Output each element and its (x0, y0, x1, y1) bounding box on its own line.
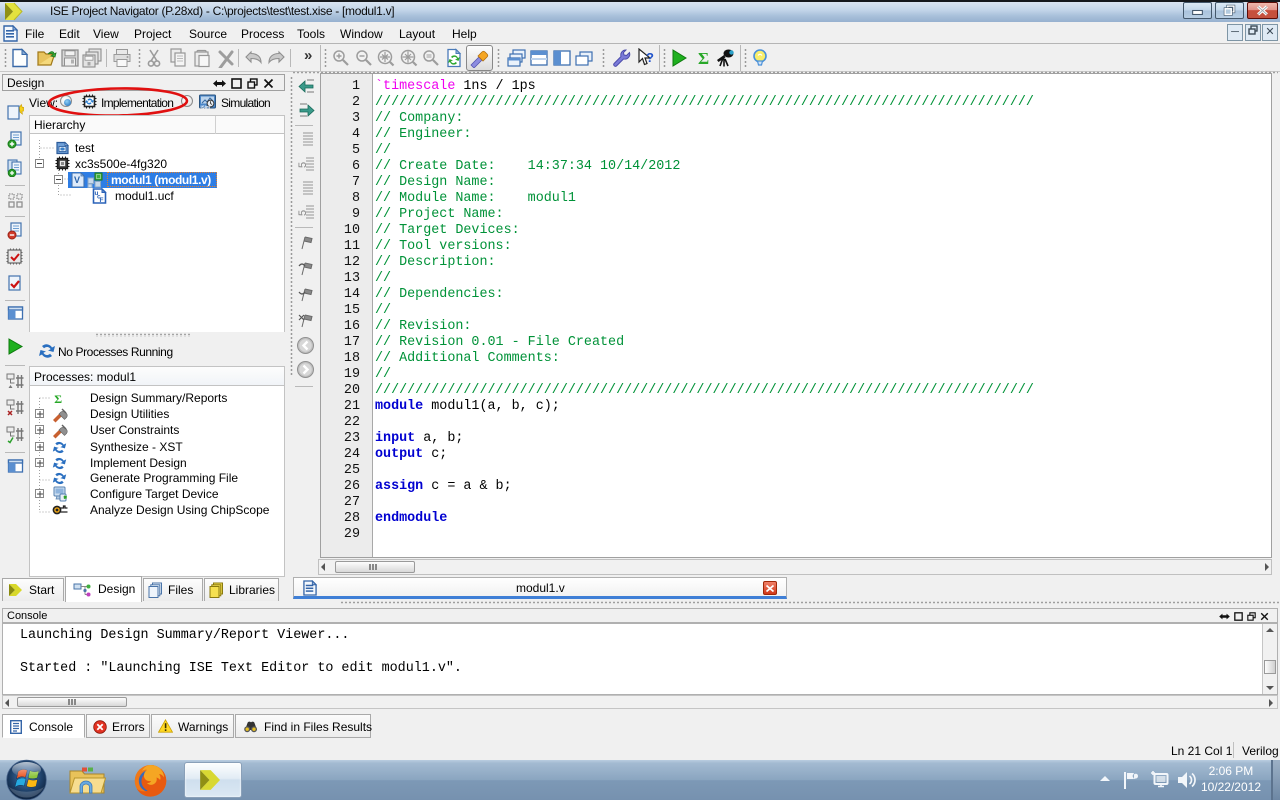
svg-text:Σ: Σ (54, 392, 62, 406)
svg-text:?: ? (646, 50, 654, 65)
svg-text:ISim: ISim (201, 105, 211, 110)
svg-text:F: F (100, 197, 104, 204)
svg-text:Σ: Σ (698, 49, 709, 68)
svg-text:V: V (74, 175, 80, 185)
